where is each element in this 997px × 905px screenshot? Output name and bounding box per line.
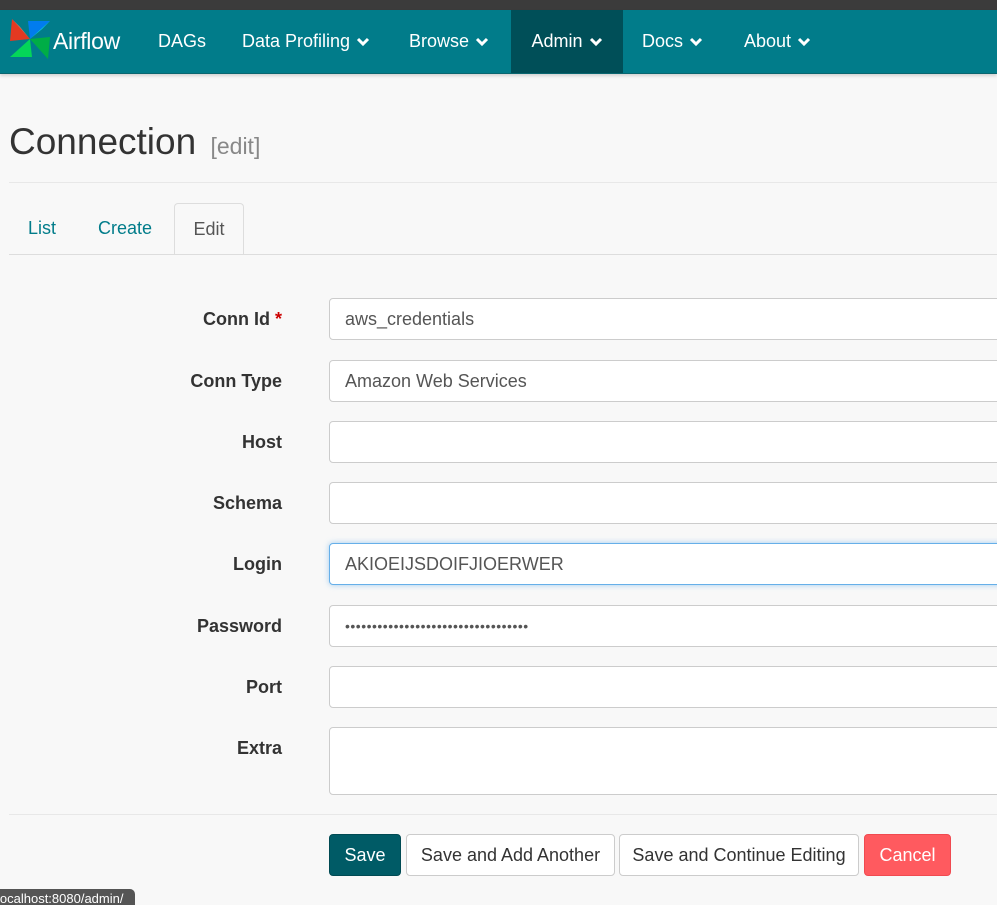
nav-label: Data Profiling — [242, 31, 351, 51]
chevron-down-icon — [689, 37, 703, 46]
schema-label: Schema — [212, 493, 282, 513]
tab-label: Create — [97, 218, 153, 238]
status-url-text: localhost:8080/admin/ — [0, 891, 124, 905]
login-value: AKIOEIJSDOIFJIOERWER — [345, 553, 564, 574]
extra-label: Extra — [236, 738, 282, 758]
window-top-strip — [0, 0, 997, 10]
nav-label: Docs — [642, 31, 684, 51]
nav-docs[interactable]: Docs — [642, 10, 703, 73]
page-title-text: Connection — [9, 121, 197, 162]
chevron-down-icon — [475, 37, 489, 46]
login-label: Login — [233, 554, 282, 574]
host-label: Host — [242, 432, 282, 452]
conn-id-label: Conn Id * — [203, 309, 282, 330]
nav-about[interactable]: About — [744, 10, 811, 73]
divider — [9, 182, 997, 183]
nav-label: DAGs — [158, 31, 207, 51]
conn-type-label: Conn Type — [190, 371, 282, 391]
conn-type-select[interactable]: Amazon Web Services — [329, 360, 997, 402]
brand-name: Airflow — [53, 28, 120, 54]
airflow-pinwheel-logo-icon — [8, 17, 52, 66]
nav-dags[interactable]: DAGs — [158, 10, 206, 73]
nav-admin[interactable]: Admin — [511, 10, 623, 73]
tab-edit[interactable]: Edit — [174, 203, 244, 255]
brand[interactable]: Airflow — [8, 18, 120, 65]
chevron-down-icon — [357, 37, 370, 46]
nav-browse[interactable]: Browse — [409, 10, 489, 73]
conn-id-input[interactable]: aws_credentials — [329, 298, 997, 340]
nav-data-profiling[interactable]: Data Profiling — [242, 10, 370, 73]
navbar: Airflow DAGs Data Profiling Browse Admin… — [0, 10, 997, 74]
login-input[interactable]: AKIOEIJSDOIFJIOERWER — [329, 543, 997, 585]
page-title: Connection [edit] — [9, 121, 260, 163]
tab-label: List — [27, 218, 56, 238]
schema-input[interactable] — [329, 482, 997, 524]
chevron-down-icon — [797, 37, 811, 46]
page-subtitle: [edit] — [210, 133, 261, 159]
extra-textarea[interactable] — [329, 727, 997, 795]
nav-label: Browse — [409, 31, 470, 51]
required-asterisk: * — [274, 309, 282, 329]
tab-create[interactable]: Create — [82, 203, 168, 254]
tabs-divider — [9, 254, 997, 255]
password-input[interactable]: •••••••••••••••••••••••••••••••••• — [329, 605, 997, 647]
save-and-add-another-button[interactable]: Save and Add Another — [406, 834, 615, 876]
nav-label: Admin — [531, 31, 583, 51]
status-bar-url: localhost:8080/admin/ — [0, 889, 136, 905]
cancel-button[interactable]: Cancel — [864, 834, 951, 876]
host-input[interactable] — [329, 421, 997, 463]
tab-list[interactable]: List — [9, 203, 75, 254]
port-input[interactable] — [329, 666, 997, 708]
save-button[interactable]: Save — [329, 834, 401, 876]
divider — [9, 814, 997, 815]
password-value: •••••••••••••••••••••••••••••••••• — [345, 618, 529, 634]
port-label: Port — [246, 677, 282, 697]
conn-id-label-text: Conn Id — [203, 309, 270, 329]
nav-label: About — [744, 31, 792, 51]
conn-id-value: aws_credentials — [345, 308, 475, 329]
password-label: Password — [196, 616, 282, 636]
chevron-down-icon — [589, 37, 602, 46]
tab-label: Edit — [193, 218, 225, 239]
save-and-continue-editing-button[interactable]: Save and Continue Editing — [619, 834, 859, 876]
conn-type-value: Amazon Web Services — [345, 370, 527, 391]
